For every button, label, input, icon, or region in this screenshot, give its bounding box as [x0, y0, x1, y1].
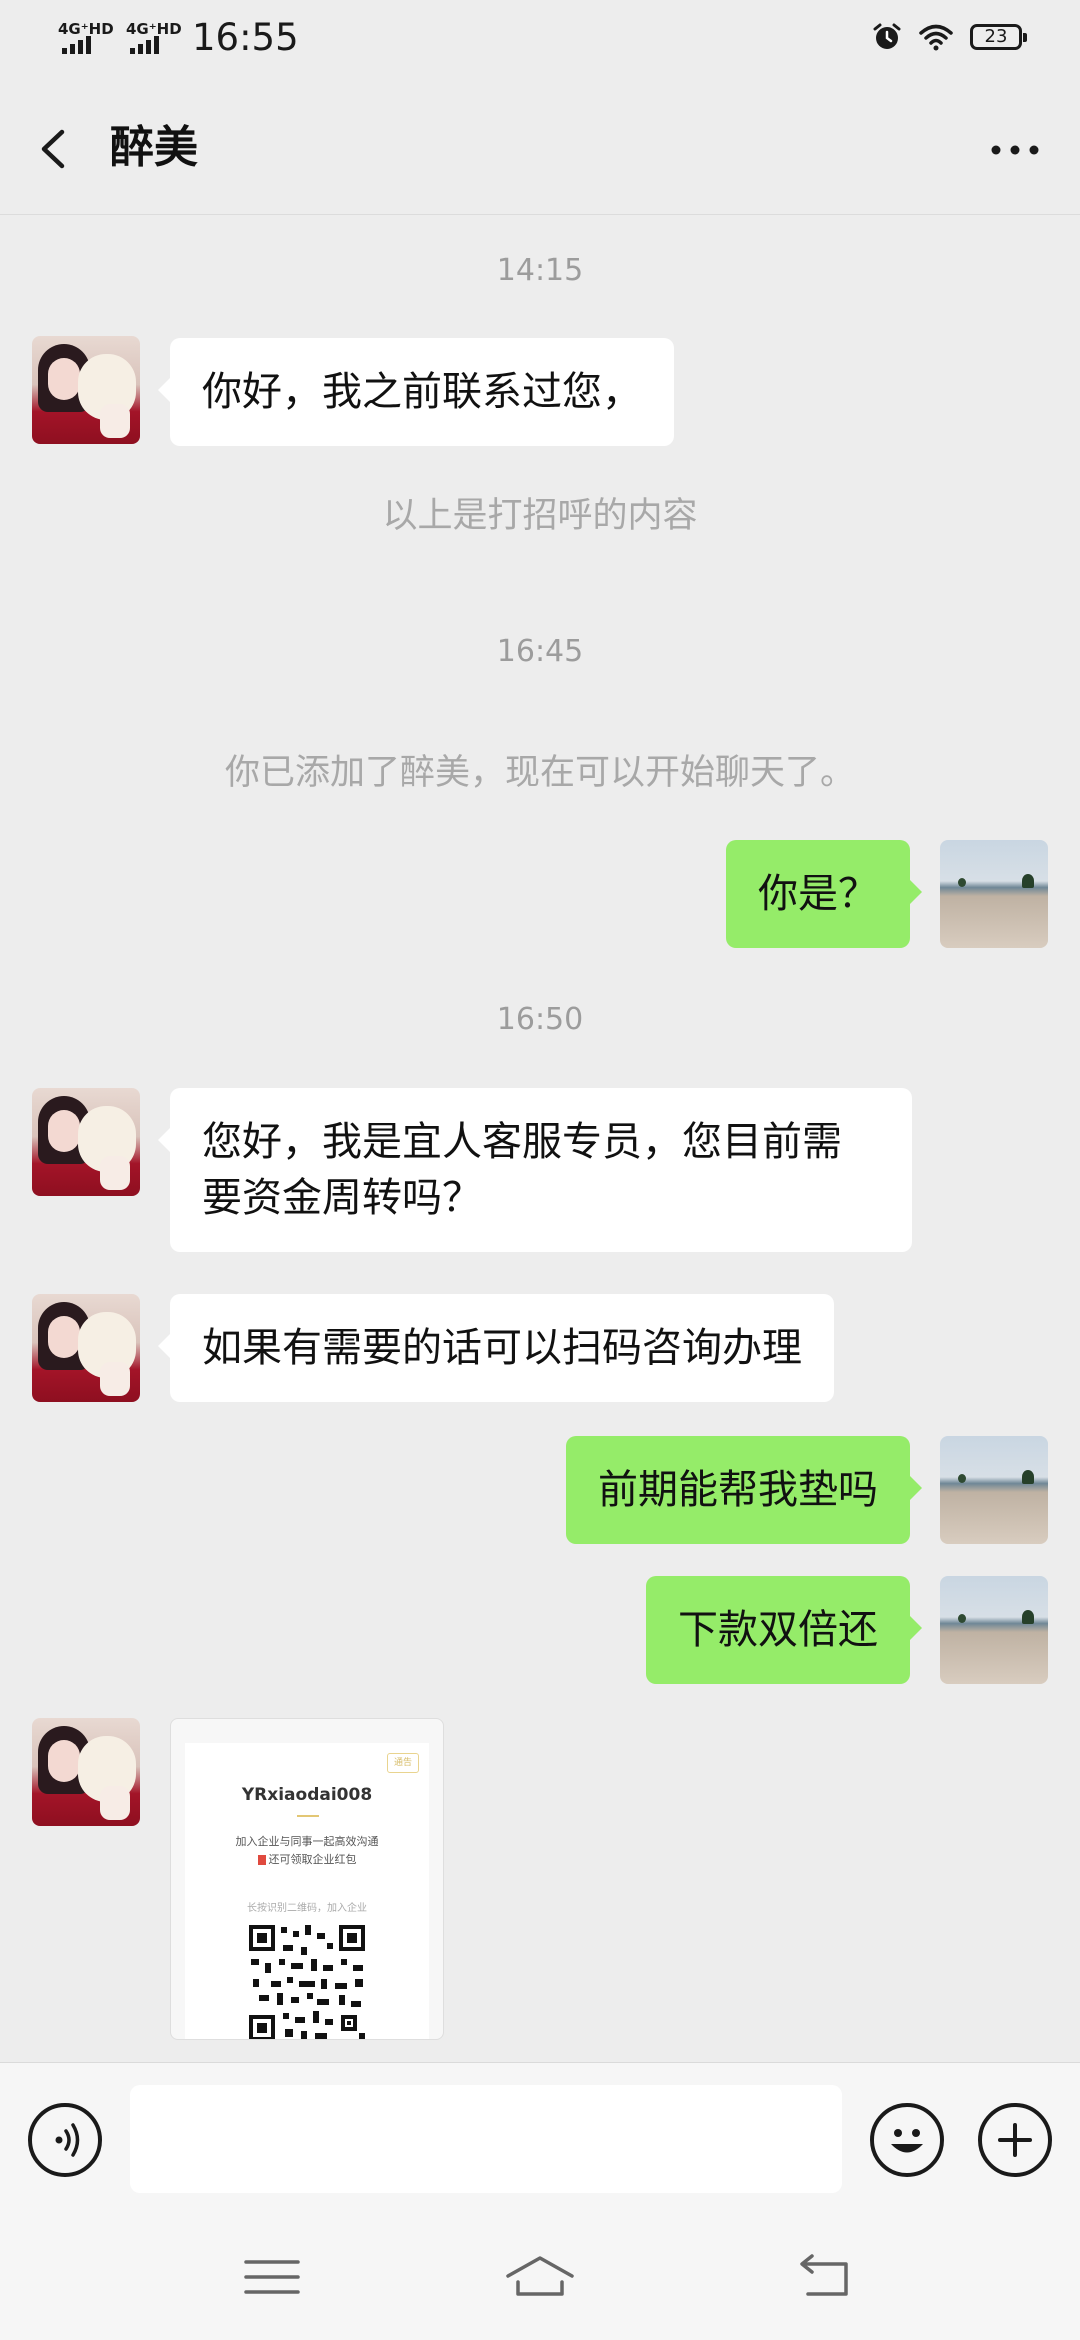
contact-avatar[interactable] [32, 1294, 140, 1402]
chevron-left-icon[interactable] [30, 114, 80, 184]
chat-title: 醉美 [110, 122, 198, 173]
battery-icon: 23 [970, 24, 1027, 50]
timestamp: 16:50 [496, 1002, 584, 1037]
signal-label-1: 4G⁺HD [58, 20, 114, 38]
contact-avatar[interactable] [32, 336, 140, 444]
signal-bars-1-icon [62, 36, 91, 54]
input-bar [0, 2062, 1080, 2213]
timestamp: 14:15 [496, 253, 584, 288]
card-id: YRxiaodai008 [241, 1785, 373, 1805]
menu-icon[interactable] [232, 2242, 312, 2312]
system-nav-bar [0, 2212, 1080, 2340]
my-avatar[interactable] [940, 840, 1048, 948]
card-text: 还可领取企业红包 [185, 1851, 429, 1867]
card-divider [297, 1815, 319, 1817]
incoming-message[interactable]: 如果有需要的话可以扫码咨询办理 [158, 1294, 834, 1402]
status-time: 16:55 [192, 16, 299, 59]
alarm-icon [873, 23, 901, 49]
back-icon[interactable] [784, 2242, 864, 2312]
status-right: 23 [872, 22, 1027, 52]
timestamp: 16:45 [496, 634, 584, 669]
status-bar: 4G⁺HD 4G⁺HD 16:55 23 [0, 0, 1080, 84]
system-message: 以上是打招呼的内容 [382, 496, 698, 536]
card-hint: 长按识别二维码，加入企业 [247, 1903, 367, 1914]
battery-level: 23 [984, 26, 1008, 47]
my-avatar[interactable] [940, 1436, 1048, 1544]
message-input[interactable] [130, 2085, 842, 2193]
qr-code-icon [247, 1923, 367, 2039]
qr-card: 通告 YRxiaodai008 加入企业与同事一起高效沟通 还可领取企业红包 长… [185, 1743, 429, 2039]
voice-icon[interactable] [28, 2103, 102, 2177]
card-stamp: 通告 [387, 1753, 419, 1773]
incoming-message[interactable]: 你好，我之前联系过您， [158, 338, 674, 446]
system-message: 你已添加了醉美，现在可以开始聊天了。 [224, 753, 855, 793]
chat-header: 醉美 [0, 84, 1080, 215]
contact-avatar[interactable] [32, 1088, 140, 1196]
signal-bars-2-icon [130, 36, 159, 54]
my-avatar[interactable] [940, 1576, 1048, 1684]
emoji-icon[interactable] [870, 2103, 944, 2177]
outgoing-message[interactable]: 下款双倍还 [646, 1576, 922, 1684]
more-horizontal-icon[interactable] [980, 114, 1050, 184]
outgoing-message[interactable]: 前期能帮我垫吗 [566, 1436, 922, 1544]
contact-avatar[interactable] [32, 1718, 140, 1826]
home-icon[interactable] [500, 2242, 580, 2312]
qr-image-message[interactable]: 通告 YRxiaodai008 加入企业与同事一起高效沟通 还可领取企业红包 长… [170, 1718, 444, 2040]
plus-icon[interactable] [978, 2103, 1052, 2177]
signal-label-2: 4G⁺HD [126, 20, 182, 38]
wifi-icon [919, 24, 953, 51]
incoming-message[interactable]: 您好，我是宜人客服专员，您目前需要资金周转吗？ [158, 1088, 912, 1252]
card-text: 加入企业与同事一起高效沟通 [235, 1835, 379, 1848]
outgoing-message[interactable]: 你是？ [726, 840, 922, 948]
message-list[interactable]: 14:15 你好，我之前联系过您， 以上是打招呼的内容 16:45 你已添加了醉… [0, 214, 1080, 2062]
